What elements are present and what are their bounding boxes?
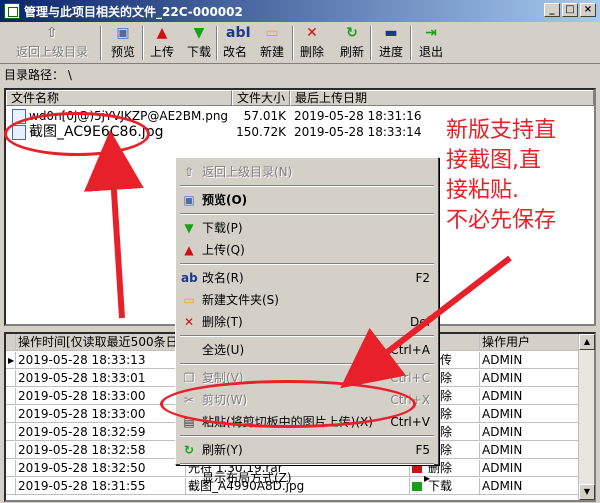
arrow-to-file [83,130,144,319]
annotation-arrows [83,130,512,389]
arrow-to-paste [340,255,512,389]
